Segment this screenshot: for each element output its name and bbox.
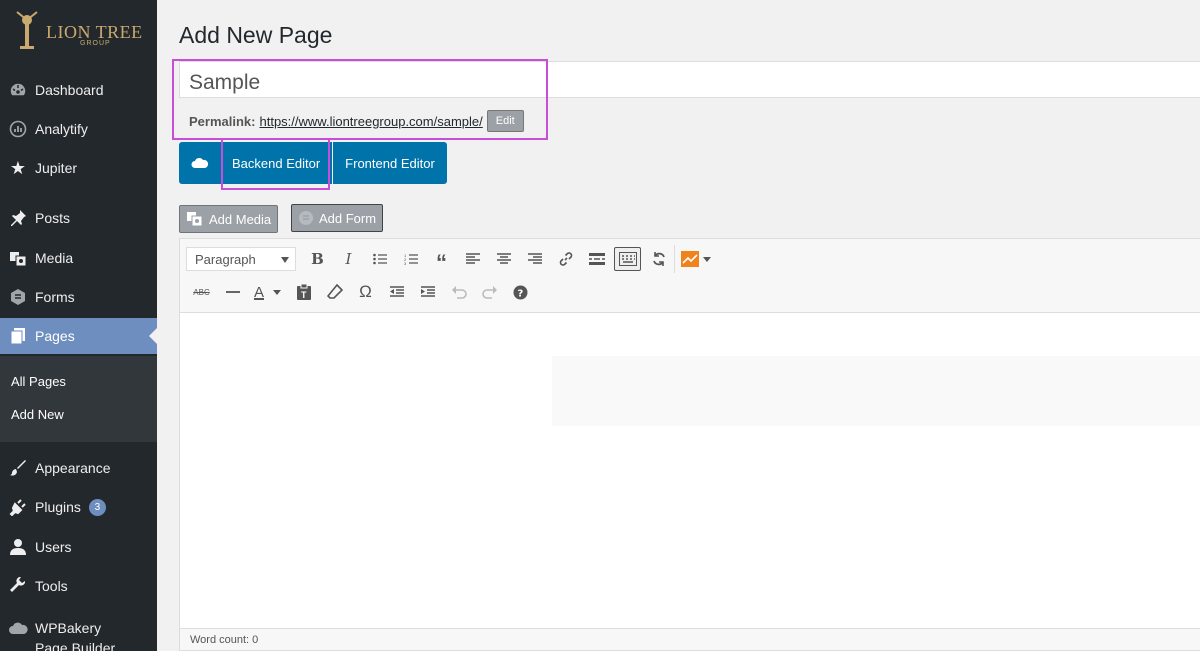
sidebar-item-media[interactable]: Media <box>0 240 157 276</box>
sidebar-item-appearance[interactable]: Appearance <box>0 450 157 486</box>
outdent-icon[interactable] <box>381 278 412 306</box>
pin-icon <box>8 208 28 228</box>
svg-text:?: ? <box>518 288 524 299</box>
user-icon <box>8 537 28 557</box>
sidebar-item-label: Posts <box>35 210 71 226</box>
sidebar-item-label: Pages <box>35 328 75 344</box>
link-icon[interactable] <box>550 245 581 273</box>
sidebar-item-forms[interactable]: Forms <box>0 279 157 315</box>
sidebar-item-label: Tools <box>35 578 68 594</box>
add-media-label: Add Media <box>209 211 272 227</box>
paste-text-icon[interactable]: T <box>288 278 319 306</box>
clear-formatting-icon[interactable] <box>319 278 350 306</box>
special-character-icon[interactable]: Ω <box>350 278 381 306</box>
sidebar-item-label: Appearance <box>35 460 111 476</box>
sidebar-item-label: Users <box>35 539 72 555</box>
page-title: Add New Page <box>179 22 333 48</box>
format-select[interactable]: Paragraph <box>186 247 296 271</box>
sidebar-item-plugins[interactable]: Plugins 3 <box>0 489 157 525</box>
pages-submenu <box>0 356 157 442</box>
help-icon[interactable]: ? <box>505 278 536 306</box>
editor-toolbar: Paragraph B I 123 “ ABC A T Ω ? <box>180 239 1200 313</box>
blockquote-icon[interactable]: “ <box>426 245 457 274</box>
submenu-add-new[interactable]: Add New <box>11 407 64 422</box>
forms-icon <box>8 287 28 307</box>
align-right-icon[interactable] <box>519 245 550 273</box>
media-icon <box>186 211 204 227</box>
toolbar-toggle-icon[interactable] <box>614 247 641 271</box>
media-icon <box>8 248 28 268</box>
cloud-icon <box>8 618 28 638</box>
tree-logo-icon <box>16 11 38 49</box>
word-count-bar: Word count: 0 <box>180 628 1200 650</box>
undo-icon[interactable] <box>443 278 474 306</box>
horizontal-line-icon[interactable] <box>217 278 248 306</box>
analytics-icon <box>8 119 28 139</box>
chart-insert-icon[interactable] <box>674 245 718 273</box>
edit-permalink-button[interactable]: Edit <box>486 110 524 132</box>
toolbar-row-1: Paragraph B I 123 “ <box>186 245 718 274</box>
sidebar-item-label: Jupiter <box>35 160 78 176</box>
sidebar-item-jupiter[interactable]: ★ Jupiter <box>0 150 157 186</box>
sidebar-item-label: Dashboard <box>35 82 104 98</box>
logo-subtext: GROUP <box>80 40 111 47</box>
post-title-input[interactable]: Sample <box>179 61 1200 98</box>
plug-icon <box>8 497 28 517</box>
cloud-icon <box>191 157 208 168</box>
permalink-link[interactable]: https://www.liontreegroup.com/sample/ <box>259 114 482 129</box>
sidebar-item-pages[interactable]: Pages <box>0 318 157 354</box>
backend-editor-button[interactable]: Backend Editor <box>220 142 333 184</box>
numbered-list-icon[interactable]: 123 <box>395 245 426 273</box>
bullet-list-icon[interactable] <box>364 245 395 273</box>
sidebar-item-analytify[interactable]: Analytify <box>0 111 157 147</box>
brush-icon <box>8 458 28 478</box>
frontend-editor-button[interactable]: Frontend Editor <box>333 142 447 184</box>
pages-icon <box>8 326 28 346</box>
sidebar-item-users[interactable]: Users <box>0 529 157 565</box>
read-more-icon[interactable] <box>581 245 612 273</box>
svg-text:T: T <box>301 290 307 300</box>
page-builder-switch: Backend Editor Frontend Editor <box>179 142 447 184</box>
wrench-icon <box>8 576 28 596</box>
sidebar-item-tools[interactable]: Tools <box>0 568 157 604</box>
sidebar-item-label: Media <box>35 250 74 266</box>
word-count: Word count: 0 <box>190 634 259 646</box>
sidebar-item-label: Analytify <box>35 121 88 137</box>
refresh-icon[interactable] <box>643 245 674 273</box>
align-left-icon[interactable] <box>457 245 488 273</box>
redo-icon[interactable] <box>474 278 505 306</box>
content-editor: Paragraph B I 123 “ ABC A T Ω ? Word cou… <box>179 238 1200 651</box>
strikethrough-icon[interactable]: ABC <box>186 278 217 306</box>
text-color-icon[interactable]: A <box>248 278 288 306</box>
svg-text:3: 3 <box>404 261 407 265</box>
indent-icon[interactable] <box>412 278 443 306</box>
bold-icon[interactable]: B <box>302 245 333 273</box>
add-media-button[interactable]: Add Media <box>179 205 279 233</box>
sidebar-item-posts[interactable]: Posts <box>0 200 157 236</box>
add-form-label: Add Form <box>319 210 377 226</box>
logo[interactable]: LION TREE GROUP <box>8 8 148 52</box>
add-form-button[interactable]: Add Form <box>291 204 384 232</box>
sidebar-item-label: Forms <box>35 289 75 305</box>
submenu-all-pages[interactable]: All Pages <box>11 374 66 389</box>
sidebar-item-wpbakery[interactable]: WPBakery Page Builder <box>0 608 157 651</box>
sidebar-item-dashboard[interactable]: Dashboard <box>0 72 157 108</box>
align-center-icon[interactable] <box>488 245 519 273</box>
toolbar-row-2: ABC A T Ω ? <box>186 278 536 306</box>
form-icon <box>298 210 314 226</box>
sidebar-item-label: WPBakery Page Builder <box>35 620 116 651</box>
star-icon: ★ <box>9 157 27 178</box>
admin-sidebar: LION TREE GROUP Dashboard Analytify ★ Ju… <box>0 0 157 651</box>
update-count-badge: 3 <box>88 498 106 516</box>
dashboard-icon <box>8 80 28 100</box>
wpbakery-logo-button[interactable] <box>179 142 220 184</box>
editor-content-area[interactable] <box>552 356 1200 426</box>
permalink-label: Permalink: <box>189 113 256 129</box>
sidebar-item-label: Plugins <box>35 499 81 515</box>
italic-icon[interactable]: I <box>333 245 364 273</box>
permalink-row: Permalink: https://www.liontreegroup.com… <box>189 110 524 132</box>
